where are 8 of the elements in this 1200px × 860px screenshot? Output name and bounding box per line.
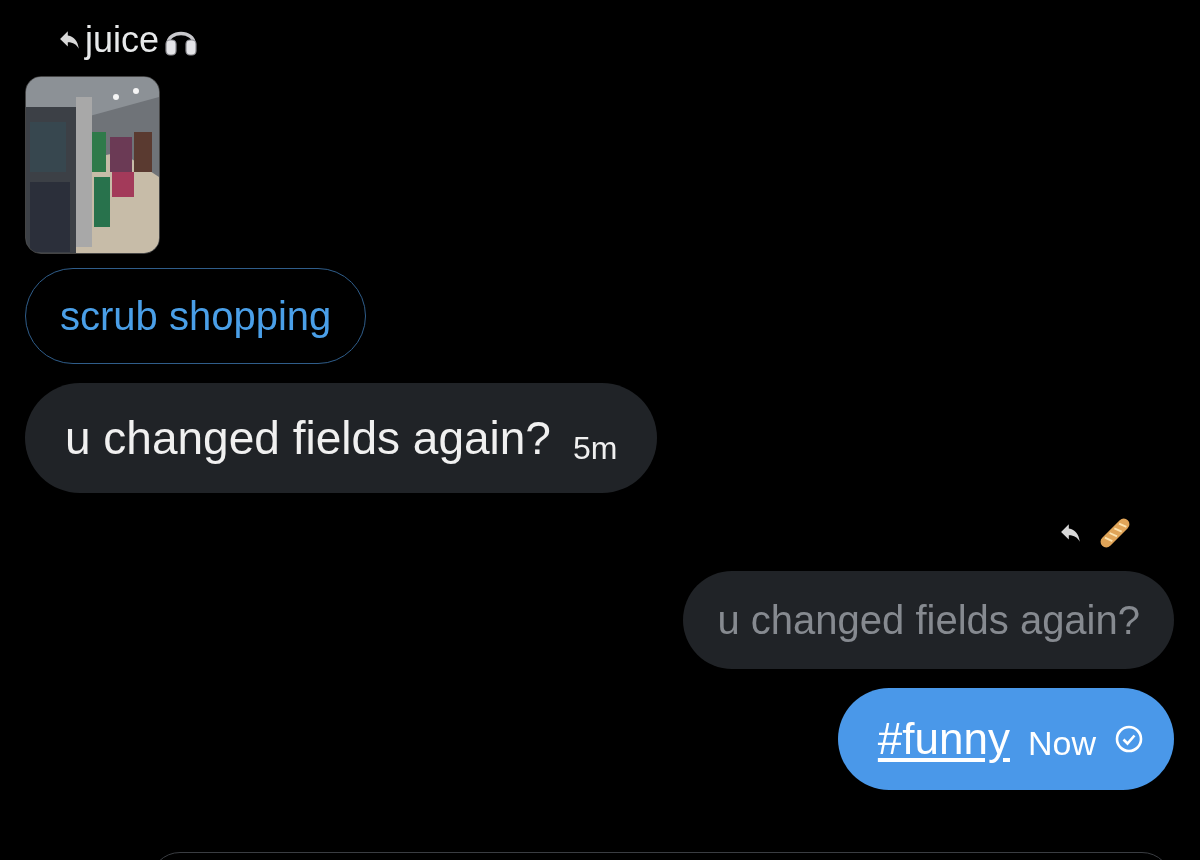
hashtag-link[interactable]: #funny	[877, 714, 1010, 764]
reply-icon	[1060, 523, 1082, 543]
message-time: Now	[1027, 723, 1096, 763]
reply-icon	[59, 30, 81, 50]
reply-sender-name: juice	[85, 19, 160, 61]
message-time: 5m	[572, 429, 618, 467]
quoted-message[interactable]: u changed fields again?	[683, 571, 1174, 669]
message-text: u changed fields again?	[65, 411, 551, 465]
